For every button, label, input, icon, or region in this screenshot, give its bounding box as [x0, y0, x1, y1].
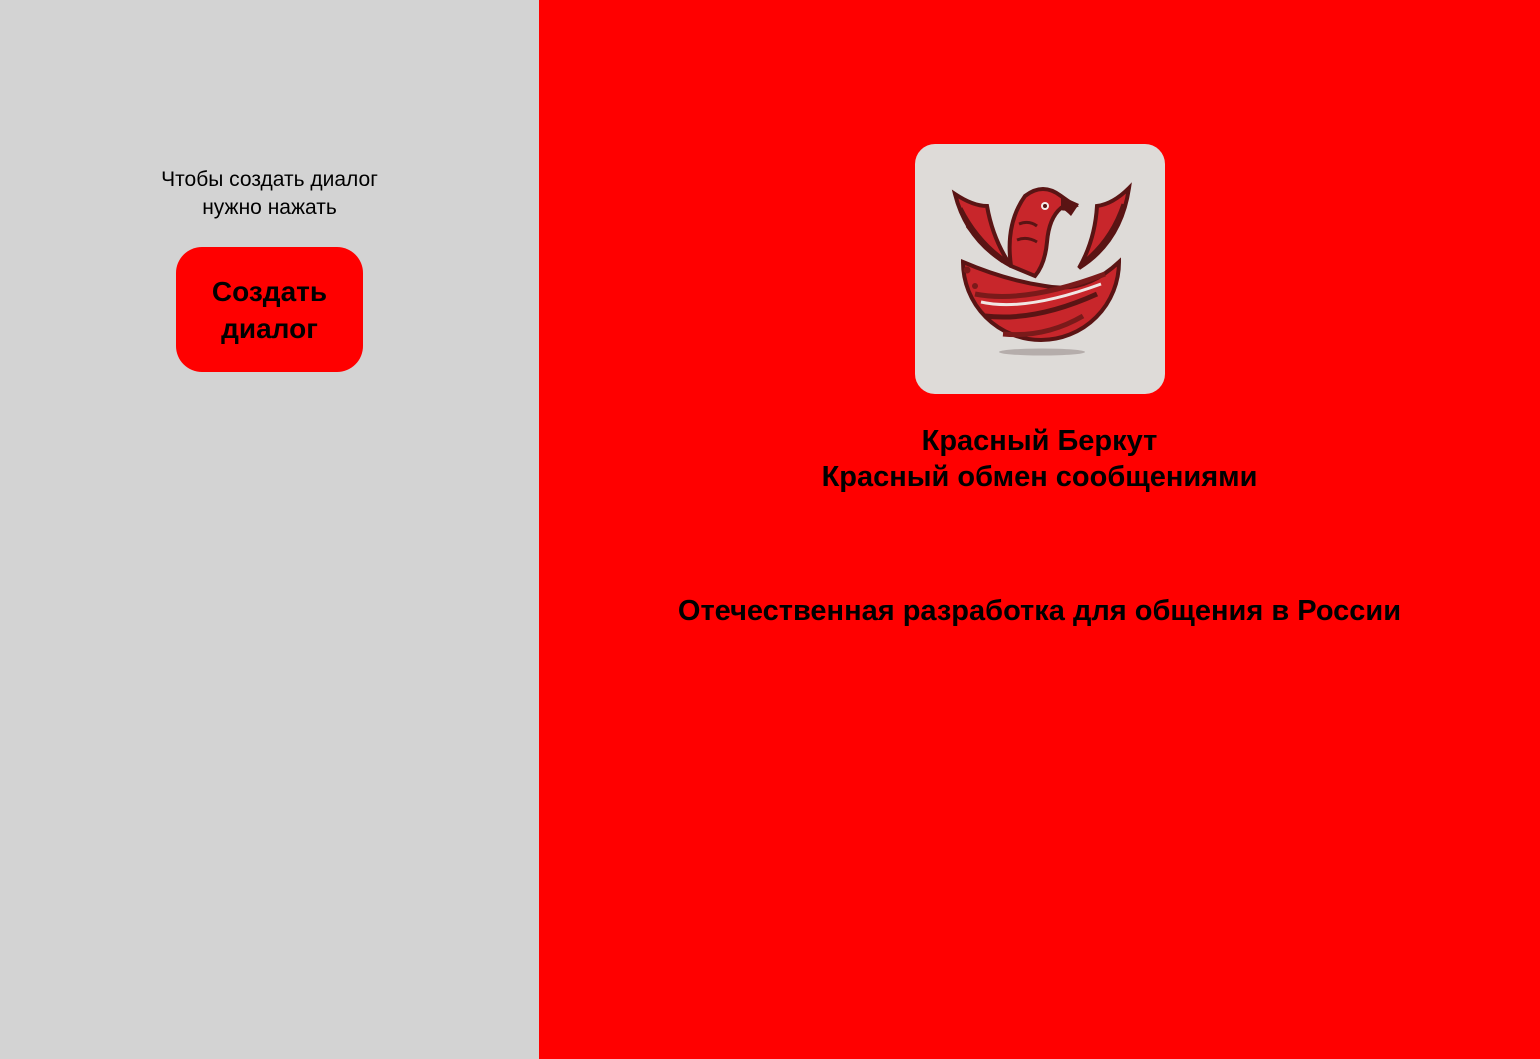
app-name: Красный Беркут — [921, 425, 1158, 457]
app-subtitle: Красный обмен сообщениями — [821, 461, 1258, 493]
tagline: Отечественная разработка для общения в Р… — [677, 595, 1402, 627]
create-dialog-hint: Чтобы создать диалог нужно нажать — [0, 166, 539, 222]
app-brand: Красный Беркут Красный обмен сообщениями — [539, 423, 1540, 495]
create-dialog-button-line-1: Создать — [211, 275, 328, 307]
sidebar: Чтобы создать диалог нужно нажать Создат… — [0, 0, 539, 1059]
hint-line-1: Чтобы создать диалог — [161, 168, 378, 191]
app-root: Чтобы создать диалог нужно нажать Создат… — [0, 0, 1540, 1059]
red-eagle-logo-icon — [915, 144, 1165, 394]
create-dialog-button[interactable]: Создать диалог — [176, 247, 363, 372]
welcome-panel: Красный Беркут Красный обмен сообщениями… — [539, 0, 1540, 1059]
hint-line-2: нужно нажать — [202, 196, 337, 219]
create-dialog-button-line-2: диалог — [221, 312, 318, 344]
